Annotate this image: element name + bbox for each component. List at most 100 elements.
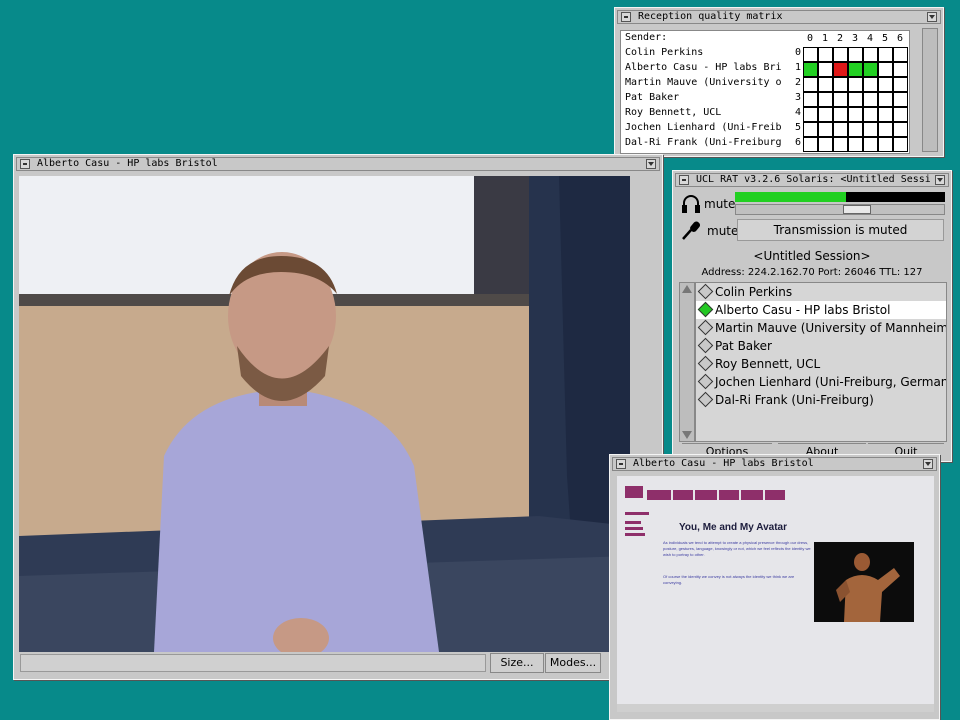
mic-mute-toggle[interactable]: mute [707, 224, 738, 238]
sender-header: Sender: [625, 32, 668, 43]
row-index: 0 [795, 47, 802, 58]
webpage-bottom-bar [617, 704, 934, 712]
quality-cell [893, 62, 908, 77]
quality-cell [803, 107, 818, 122]
volume-slider[interactable] [735, 204, 945, 215]
quality-cell [818, 77, 833, 92]
quality-cell [878, 47, 893, 62]
quality-cell [863, 122, 878, 137]
video-feed[interactable] [19, 176, 630, 652]
window-menu-icon[interactable] [679, 175, 689, 185]
screen-share-title: Alberto Casu - HP labs Bristol [633, 458, 814, 469]
size-button[interactable]: Size... [490, 653, 544, 673]
quality-cell [803, 77, 818, 92]
quality-cell [848, 77, 863, 92]
window-menu-icon[interactable] [616, 459, 626, 469]
video-titlebar[interactable]: Alberto Casu - HP labs Bristol [16, 157, 660, 171]
participant-row[interactable]: Martin Mauve (University of Mannheim) [696, 319, 946, 337]
quality-cell [893, 122, 908, 137]
quality-cell [863, 92, 878, 107]
participant-row[interactable]: Jochen Lienhard (Uni-Freiburg, Germany [696, 373, 947, 391]
quality-cell [833, 47, 848, 62]
participant-scrollbar[interactable] [679, 282, 695, 442]
article-paragraph: Of course the identity we convey is not … [663, 574, 795, 585]
quality-cell [863, 107, 878, 122]
screen-share-titlebar[interactable]: Alberto Casu - HP labs Bristol [612, 457, 937, 471]
participant-row[interactable]: Colin Perkins [696, 283, 946, 301]
quality-cell [833, 137, 848, 152]
quality-cell [863, 47, 878, 62]
participant-active-icon [697, 301, 714, 318]
matrix-sender-2: Martin Mauve (University o [625, 77, 782, 88]
quality-cell [848, 62, 863, 77]
minimize-icon[interactable] [935, 175, 945, 185]
quality-cell [878, 137, 893, 152]
participant-name: Pat Baker [715, 339, 772, 353]
quality-cell [803, 62, 818, 77]
rat-titlebar[interactable]: UCL RAT v3.2.6 Solaris: <Untitled Sessi [675, 173, 949, 187]
quality-cell [878, 107, 893, 122]
quality-cell [848, 122, 863, 137]
participant-name: Colin Perkins [715, 285, 793, 299]
participant-row[interactable]: Dal-Ri Frank (Uni-Freiburg) [696, 391, 946, 409]
matrix-scrollbar[interactable] [922, 28, 938, 152]
quality-cell [833, 62, 848, 77]
quality-cell [803, 47, 818, 62]
matrix-sender-6: Dal-Ri Frank (Uni-Freiburg [625, 137, 782, 148]
article-paragraph: As individuals we tend to attempt to cre… [663, 540, 811, 557]
col-header: 0 [807, 33, 814, 44]
row-index: 5 [795, 122, 802, 133]
participant-name: Jochen Lienhard (Uni-Freiburg, Germany [715, 375, 947, 389]
row-index: 6 [795, 137, 802, 148]
participant-status-icon [697, 283, 714, 300]
col-header: 4 [867, 33, 874, 44]
col-header: 5 [882, 33, 889, 44]
quality-cell [803, 137, 818, 152]
minimize-icon[interactable] [923, 459, 933, 469]
minimize-icon[interactable] [927, 12, 937, 22]
quality-cell [893, 107, 908, 122]
page-heading: You, Me and My Avatar [679, 522, 787, 533]
quality-cell [833, 92, 848, 107]
quality-cell [818, 107, 833, 122]
matrix-sender-4: Roy Bennett, UCL [625, 107, 722, 118]
microphone-icon[interactable] [680, 219, 702, 241]
modes-button[interactable]: Modes... [545, 653, 601, 673]
participant-status-icon [697, 319, 714, 336]
quality-cell [878, 92, 893, 107]
minimize-icon[interactable] [646, 159, 656, 169]
participant-row[interactable]: Roy Bennett, UCL [696, 355, 946, 373]
quality-cell [833, 122, 848, 137]
window-menu-icon[interactable] [20, 159, 30, 169]
participant-row[interactable]: Pat Baker [696, 337, 946, 355]
matrix-titlebar[interactable]: Reception quality matrix [617, 10, 941, 24]
quality-cell [863, 137, 878, 152]
volume-slider-thumb[interactable] [843, 205, 871, 214]
participant-status-icon [697, 373, 714, 390]
quality-cell [893, 47, 908, 62]
rat-title: UCL RAT v3.2.6 Solaris: <Untitled Sessi [696, 174, 930, 185]
row-index: 1 [795, 62, 802, 73]
col-header: 6 [897, 33, 904, 44]
quality-cell [878, 62, 893, 77]
participant-status-icon [697, 391, 714, 408]
window-menu-icon[interactable] [621, 12, 631, 22]
shared-webpage[interactable]: You, Me and My Avatar As individuals we … [617, 476, 934, 712]
quality-cell [818, 47, 833, 62]
quality-cell [818, 92, 833, 107]
headphones-icon[interactable] [680, 193, 702, 215]
row-index: 3 [795, 92, 802, 103]
speaker-video-frame [19, 176, 630, 652]
quality-cell [848, 107, 863, 122]
participant-row[interactable]: Alberto Casu - HP labs Bristol [696, 301, 946, 319]
participant-status-icon [697, 355, 714, 372]
speaker-mute-toggle[interactable]: mute [704, 197, 735, 211]
scroll-up-icon[interactable] [682, 285, 692, 293]
scroll-down-icon[interactable] [682, 431, 692, 439]
bodybuilder-image [814, 542, 914, 622]
col-header: 1 [822, 33, 829, 44]
quality-cell [893, 137, 908, 152]
quality-cell [848, 137, 863, 152]
video-status-bar [20, 654, 486, 672]
session-name: <Untitled Session> [753, 249, 871, 263]
